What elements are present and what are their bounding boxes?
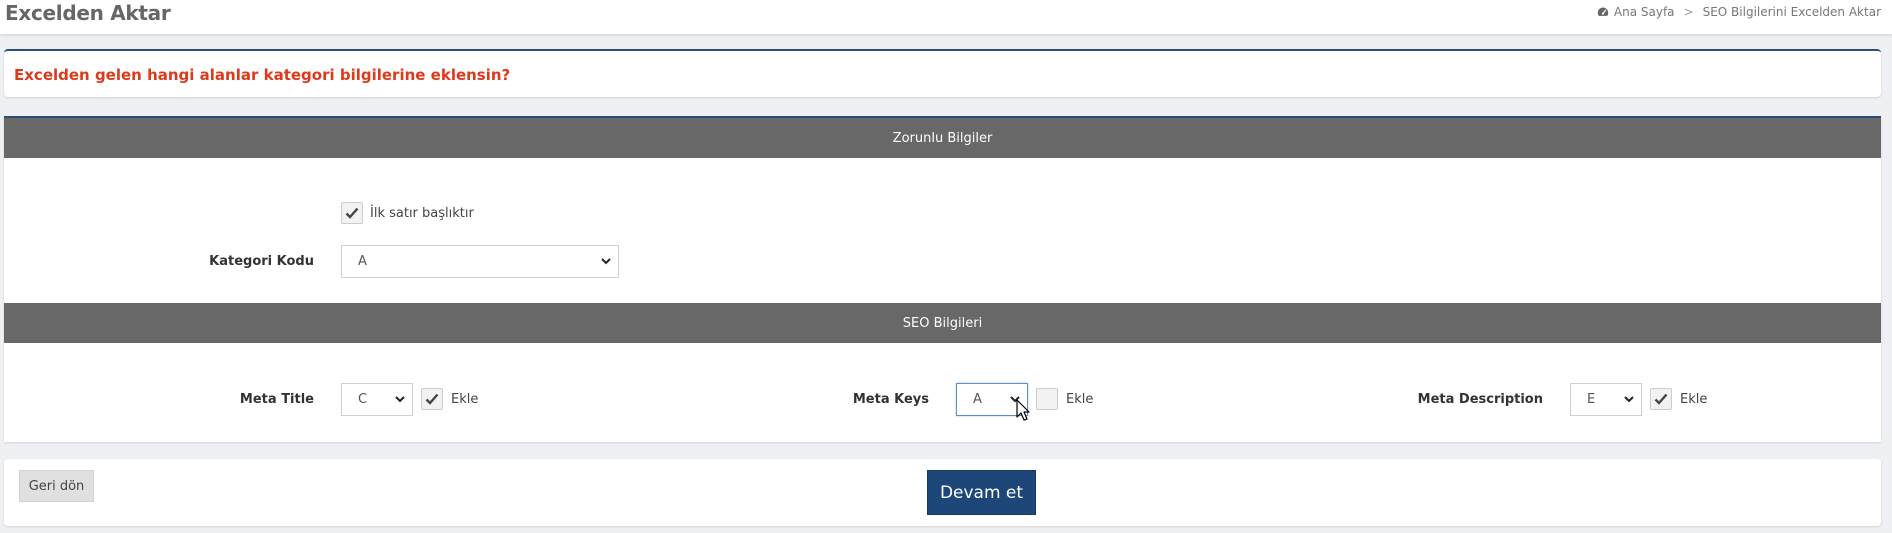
- first-row-header-label: İlk satır başlıktır: [370, 206, 474, 221]
- section-header-seo: SEO Bilgileri: [4, 303, 1881, 343]
- chevron-down-icon: [395, 396, 405, 403]
- meta-description-add-checkbox[interactable]: [1650, 388, 1672, 410]
- category-code-value: A: [358, 254, 367, 269]
- breadcrumb-separator: >: [1683, 5, 1694, 19]
- meta-keys-add-checkbox[interactable]: [1036, 388, 1058, 410]
- chevron-down-icon: [601, 258, 611, 265]
- meta-title-label: Meta Title: [239, 392, 314, 407]
- meta-title-select[interactable]: C: [341, 383, 413, 416]
- mapping-card: Zorunlu Bilgiler İlk satır başlıktır Kat…: [4, 116, 1881, 442]
- breadcrumb-home-link[interactable]: Ana Sayfa: [1614, 5, 1675, 19]
- meta-keys-value: A: [973, 392, 982, 407]
- top-bar: Excelden Aktar Ana Sayfa > SEO Bilgileri…: [0, 0, 1892, 34]
- category-code-label: Kategori Kodu: [209, 254, 314, 269]
- meta-description-label: Meta Description: [1417, 392, 1543, 407]
- meta-title-add-checkbox[interactable]: [421, 388, 443, 410]
- category-code-select[interactable]: A: [341, 245, 619, 278]
- meta-description-add-label: Ekle: [1680, 392, 1708, 407]
- chevron-down-icon: [1624, 396, 1634, 403]
- question-text: Excelden gelen hangi alanlar kategori bi…: [14, 66, 511, 84]
- back-button[interactable]: Geri dön: [19, 470, 94, 502]
- breadcrumb-current: SEO Bilgilerini Excelden Aktar: [1702, 5, 1881, 19]
- page-title: Excelden Aktar: [5, 1, 171, 25]
- meta-keys-add-label: Ekle: [1066, 392, 1094, 407]
- question-panel: Excelden gelen hangi alanlar kategori bi…: [4, 49, 1881, 97]
- first-row-header-checkbox[interactable]: [341, 202, 363, 224]
- checkmark-icon: [1654, 393, 1668, 405]
- checkmark-icon: [345, 207, 359, 219]
- checkmark-icon: [425, 393, 439, 405]
- meta-keys-label: Meta Keys: [852, 392, 929, 407]
- meta-description-value: E: [1587, 392, 1596, 407]
- meta-title-add-label: Ekle: [451, 392, 479, 407]
- meta-title-value: C: [358, 392, 368, 407]
- continue-button[interactable]: Devam et: [927, 470, 1036, 515]
- footer-actions: Geri dön Devam et: [4, 459, 1881, 526]
- meta-description-select[interactable]: E: [1570, 383, 1642, 416]
- breadcrumb: Ana Sayfa > SEO Bilgilerini Excelden Akt…: [1597, 5, 1881, 19]
- dashboard-icon: [1597, 7, 1609, 16]
- mouse-pointer-icon: [1016, 399, 1030, 421]
- section-header-required: Zorunlu Bilgiler: [4, 118, 1881, 158]
